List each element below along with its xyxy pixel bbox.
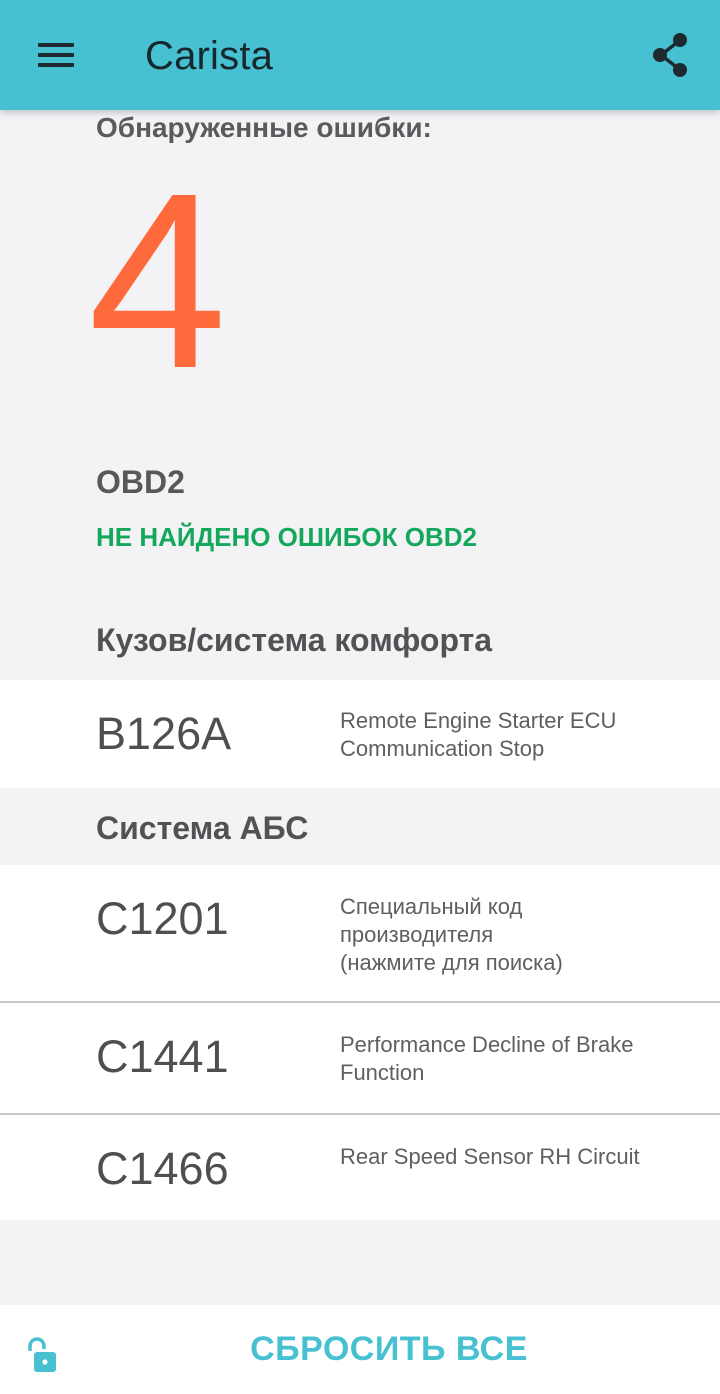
errors-count: 4 [88, 141, 228, 420]
obd2-section-title: OBD2 [96, 464, 185, 500]
app-bar: Carista [0, 0, 720, 110]
error-description: Rear Speed Sensor RH Circuit [340, 1144, 640, 1169]
diagnostics-content: Обнаруженные ошибки: 4 OBD2 НЕ НАЙДЕНО О… [0, 110, 720, 1305]
error-row-c1466[interactable]: C1466 Rear Speed Sensor RH Circuit [0, 1115, 720, 1220]
error-code: B126A [96, 708, 232, 759]
section-title-abs: Система АБС [96, 810, 309, 846]
error-code: C1441 [96, 1031, 229, 1082]
section-title-body-comfort: Кузов/система комфорта [96, 622, 493, 658]
obd2-status: НЕ НАЙДЕНО ОШИБОК OBD2 [96, 522, 477, 552]
share-icon[interactable] [648, 30, 698, 80]
error-row-c1441[interactable]: C1441 Performance Decline of Brake Funct… [0, 1003, 720, 1115]
error-code: C1201 [96, 893, 229, 944]
hamburger-menu-icon[interactable] [26, 30, 86, 80]
error-description: Специальный код производителя (нажмите д… [340, 894, 563, 975]
error-description: Remote Engine Starter ECU Communication … [340, 708, 617, 761]
unlock-icon [24, 1337, 60, 1375]
bottom-action-bar: СБРОСИТЬ ВСЕ [0, 1305, 720, 1394]
error-row-b126a[interactable]: B126A Remote Engine Starter ECU Communic… [0, 680, 720, 788]
error-code: C1466 [96, 1143, 229, 1194]
error-description: Performance Decline of Brake Function [340, 1032, 634, 1085]
reset-all-button[interactable]: СБРОСИТЬ ВСЕ [0, 1305, 720, 1394]
app-title: Carista [145, 34, 274, 78]
errors-found-label: Обнаруженные ошибки: [96, 112, 432, 143]
error-row-c1201[interactable]: C1201 Специальный код производителя (наж… [0, 865, 720, 1003]
